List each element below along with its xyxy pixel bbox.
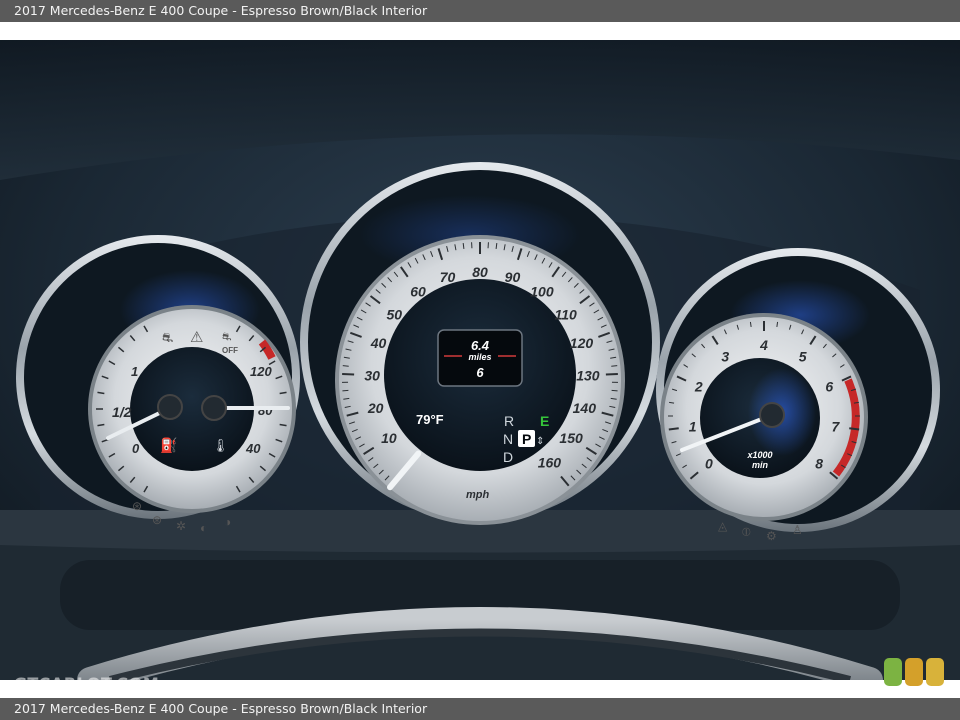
gear-n: N (503, 431, 513, 447)
traction-icon: ⛐ (162, 330, 173, 345)
temp-label-40: 40 (245, 441, 261, 456)
speed-label: 140 (573, 400, 597, 416)
speed-label: 110 (555, 306, 578, 322)
gear-d: D (503, 449, 513, 465)
tach-tick (776, 321, 779, 327)
tach-label: 4 (759, 337, 768, 353)
speed-label: 50 (387, 306, 403, 322)
tach-tick (849, 427, 860, 431)
speed-label: 160 (538, 455, 562, 471)
mode-e: E (540, 413, 549, 429)
tach-needle-hub (759, 402, 785, 428)
tach-label: 5 (799, 348, 807, 364)
engine-icon: ⚙ (766, 529, 777, 543)
bottom-caption-bar: 2017 Mercedes-Benz E 400 Coupe - Espress… (0, 698, 960, 720)
fuel-pump-icon: ⛽ (160, 437, 177, 454)
speed-label: 30 (364, 367, 380, 383)
tach-label: 7 (831, 418, 840, 434)
coolant-temp-icon: 🌡 (212, 438, 229, 453)
parking-light-icon: ⊛ (152, 513, 162, 527)
temp-label-120: 120 (250, 364, 272, 379)
fuel-label-half: 1/2 (112, 404, 132, 420)
tach-label: 3 (721, 348, 729, 364)
tach-unit-line2: min (752, 460, 769, 470)
esp-off-icon: ⛐ (222, 331, 232, 343)
tach-label: 1 (689, 418, 697, 434)
trip-unit: miles (468, 352, 491, 362)
light-icon-3: ✲ (176, 519, 186, 533)
tach-label: 2 (694, 379, 703, 395)
caption-text: 2017 Mercedes-Benz E 400 Coupe - Espress… (14, 701, 428, 716)
gear-updown-icon: ⇕ (536, 436, 544, 447)
tach-label: 0 (705, 455, 713, 471)
speed-label: 10 (381, 430, 397, 446)
top-caption-bar: 2017 Mercedes-Benz E 400 Coupe - Espress… (0, 0, 960, 22)
speed-label: 100 (530, 284, 554, 300)
odometer-value: 6 (476, 365, 484, 380)
caption-text: 2017 Mercedes-Benz E 400 Coupe - Espress… (14, 3, 428, 18)
outside-temperature: 79°F (416, 412, 444, 427)
speed-label: 20 (367, 400, 384, 416)
fuel-label-0: 0 (132, 441, 140, 456)
yellow-badge (926, 658, 944, 686)
fuel-label-1: 1 (131, 364, 138, 379)
tach-icon-1: ◬ (718, 519, 728, 533)
instrument-cluster-photo: 0 1/2 1 40 80 120 ⛐ ⚠ ⛐ OFF ⛽ 🌡 ⊛ ⊛ ✲ ◐ … (0, 40, 960, 680)
tire-pressure-icon: ⦶ (742, 525, 751, 539)
speed-tick (605, 372, 618, 376)
gtcarlot-watermark: GTCARLOT.COM (14, 674, 160, 693)
gear-r: R (504, 413, 514, 429)
tach-label: 6 (825, 379, 833, 395)
tach-tick (749, 321, 752, 327)
temp-label-80: 80 (258, 403, 273, 418)
speed-label: 70 (440, 269, 456, 285)
speed-label: 80 (472, 264, 488, 280)
high-beam-icon: ◑ (224, 515, 231, 529)
gear-p: P (522, 431, 531, 447)
speed-label: 60 (410, 284, 426, 300)
rating-badges (884, 658, 946, 688)
tach-label: 8 (815, 455, 823, 471)
speed-tick (342, 372, 355, 376)
temp-needle-hub (201, 395, 227, 421)
fuel-needle-hub (157, 394, 183, 420)
speed-label: 90 (505, 269, 521, 285)
green-badge (884, 658, 902, 686)
headlight-icon: ◐ (200, 521, 207, 535)
tach-tick (668, 427, 679, 431)
speed-label: 150 (559, 430, 583, 446)
seatbelt-icon: ♙ (792, 523, 803, 537)
esp-off-label: OFF (222, 346, 238, 355)
speed-tick (342, 365, 349, 367)
speed-label: 40 (370, 335, 387, 351)
speed-label: 120 (570, 335, 594, 351)
trip-value: 6.4 (471, 338, 490, 353)
fog-light-icon: ⊛ (132, 499, 142, 513)
orange-badge (905, 658, 923, 686)
speed-label: 130 (576, 367, 600, 383)
warning-triangle-icon: ⚠ (190, 329, 203, 346)
tach-unit-line1: x1000 (746, 450, 772, 460)
speed-tick (611, 365, 618, 367)
speed-unit-label: mph (466, 489, 490, 501)
